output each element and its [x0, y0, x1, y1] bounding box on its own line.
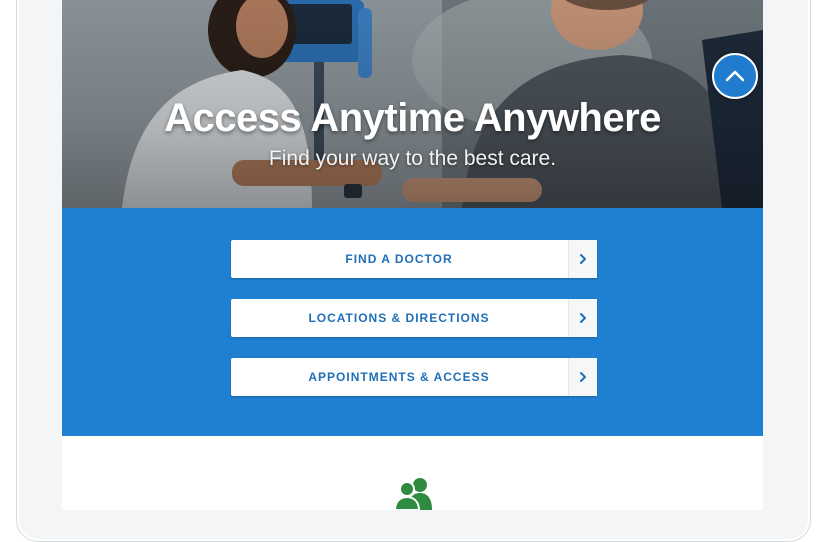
- quick-actions-panel: FIND A DOCTOR LOCATIONS & DIRECTIONS APP…: [62, 208, 763, 436]
- appointments-access-label: APPOINTMENTS & ACCESS: [308, 370, 490, 384]
- chevron-up-icon: [725, 70, 745, 82]
- locations-directions-button[interactable]: LOCATIONS & DIRECTIONS: [231, 299, 597, 337]
- find-a-doctor-button[interactable]: FIND A DOCTOR: [231, 240, 597, 278]
- chevron-right-icon: [568, 358, 597, 396]
- find-a-doctor-label: FIND A DOCTOR: [345, 252, 453, 266]
- hero-title: Access Anytime Anywhere: [164, 96, 661, 140]
- chevron-right-icon: [568, 299, 597, 337]
- hero-banner: Access Anytime Anywhere Find your way to…: [62, 0, 763, 208]
- locations-directions-label: LOCATIONS & DIRECTIONS: [308, 311, 490, 325]
- people-icon: [395, 478, 432, 510]
- chevron-right-icon: [568, 240, 597, 278]
- appointments-access-button[interactable]: APPOINTMENTS & ACCESS: [231, 358, 597, 396]
- screen: Access Anytime Anywhere Find your way to…: [62, 0, 763, 510]
- hero-subtitle: Find your way to the best care.: [268, 147, 557, 170]
- scroll-to-top-button[interactable]: [712, 53, 758, 99]
- lower-section: [62, 436, 763, 510]
